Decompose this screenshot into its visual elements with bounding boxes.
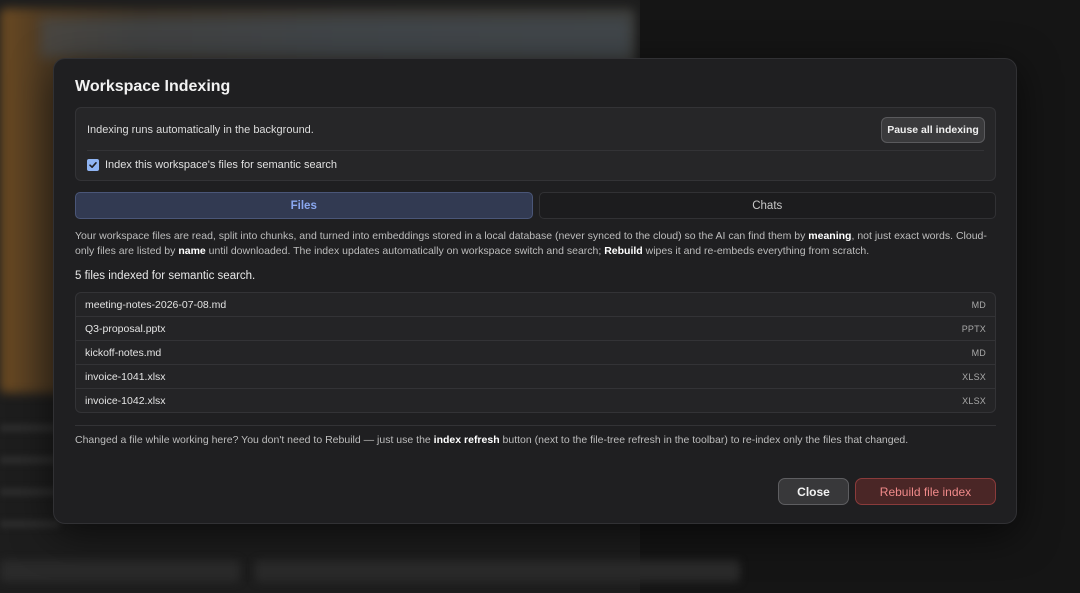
checkmark-icon [89, 162, 97, 168]
index-workspace-checkbox-row[interactable]: Index this workspace's files for semanti… [87, 159, 337, 171]
file-type-badge: XLSX [962, 371, 986, 382]
index-workspace-checkbox[interactable] [87, 159, 99, 171]
indexing-status-text: Indexing runs automatically in the backg… [87, 124, 314, 136]
tab-chats[interactable]: Chats [538, 192, 996, 219]
list-item: Q3-proposal.pptx PPTX [76, 317, 995, 341]
file-name: invoice-1041.xlsx [85, 370, 166, 383]
close-button[interactable]: Close [778, 478, 849, 505]
background-panel-header [40, 18, 630, 58]
list-item: meeting-notes-2026-07-08.md MD [76, 293, 995, 317]
index-tabs: Files Chats [75, 192, 996, 219]
section-divider [75, 425, 996, 426]
background-row [0, 560, 240, 582]
file-name: invoice-1042.xlsx [85, 395, 166, 407]
file-type-badge: MD [971, 299, 986, 310]
index-refresh-note: Changed a file while working here? You d… [75, 434, 909, 446]
panel-divider [87, 150, 984, 151]
index-workspace-checkbox-label: Index this workspace's files for semanti… [105, 159, 337, 171]
file-type-badge: MD [971, 347, 986, 358]
indexed-files-count: 5 files indexed for semantic search. [75, 270, 256, 282]
workspace-indexing-dialog: Workspace Indexing Indexing runs automat… [53, 58, 1017, 524]
indexed-files-list: meeting-notes-2026-07-08.md MD Q3-propos… [75, 292, 996, 413]
file-name: Q3-proposal.pptx [85, 322, 166, 335]
list-item: kickoff-notes.md MD [76, 341, 995, 365]
dialog-title: Workspace Indexing [75, 78, 231, 95]
list-item: invoice-1041.xlsx XLSX [76, 365, 995, 389]
auto-indexing-panel: Indexing runs automatically in the backg… [75, 107, 996, 181]
pause-all-indexing-button[interactable]: Pause all indexing [881, 117, 985, 143]
background-row [255, 560, 740, 582]
file-name: kickoff-notes.md [85, 346, 162, 359]
tab-files[interactable]: Files [75, 192, 533, 219]
background-sidebar-lines [0, 400, 60, 528]
file-name: meeting-notes-2026-07-08.md [85, 298, 227, 311]
file-type-badge: XLSX [962, 396, 986, 406]
rebuild-file-index-button[interactable]: Rebuild file index [855, 478, 996, 505]
file-type-badge: PPTX [961, 323, 986, 334]
files-description: Your workspace files are read, split int… [75, 230, 987, 257]
list-item: invoice-1042.xlsx XLSX [76, 389, 995, 412]
